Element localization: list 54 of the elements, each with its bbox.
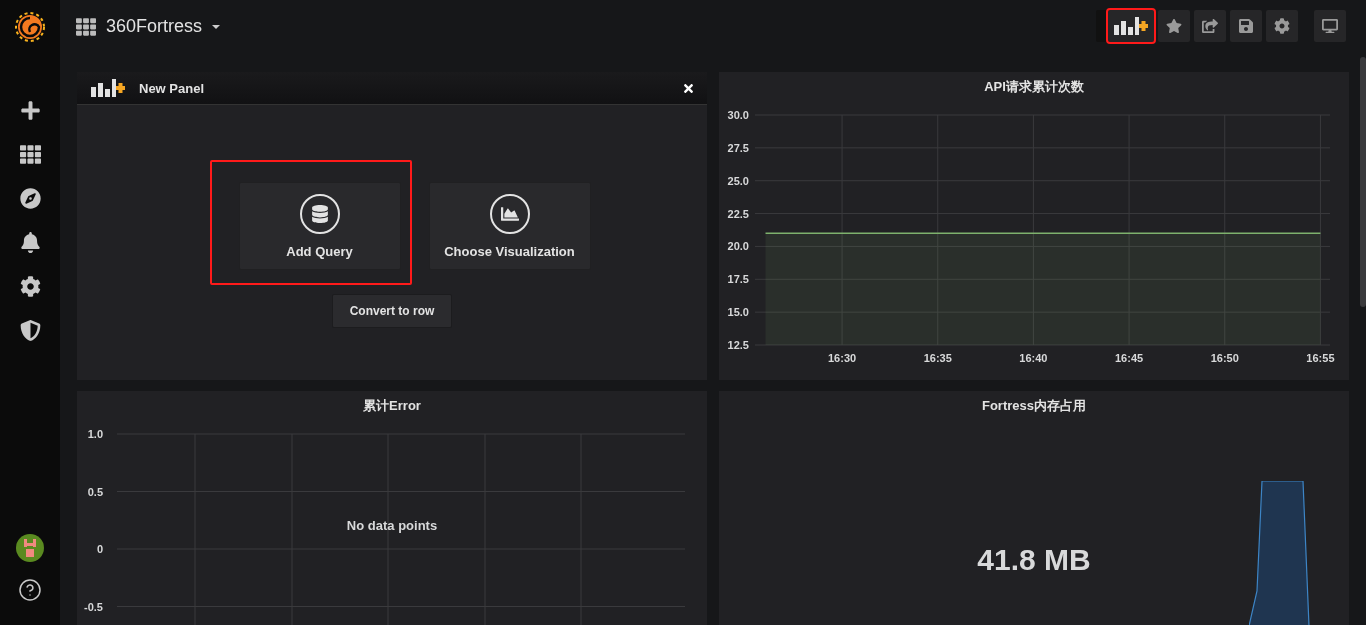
settings-button[interactable] xyxy=(1266,10,1298,42)
panel-title: Fortress内存占用 xyxy=(981,397,1087,415)
scrollbar[interactable] xyxy=(1360,57,1366,307)
axis-label: 16:30 xyxy=(828,352,857,364)
axis-label: 1.0 xyxy=(87,428,103,440)
axis-label: 30.0 xyxy=(727,109,749,121)
panel-title: 累计Error xyxy=(362,397,422,415)
help-icon[interactable] xyxy=(18,578,42,602)
axis-label: 0 xyxy=(96,543,103,555)
panel-title: New Panel xyxy=(139,80,205,96)
star-icon xyxy=(1166,18,1182,34)
dashboard-grid-icon xyxy=(76,16,96,37)
axis-label: 20.0 xyxy=(727,240,749,253)
axis-label: 16:40 xyxy=(1019,352,1048,364)
axis-label: 16:35 xyxy=(923,352,952,364)
action-button[interactable]: Add Query xyxy=(238,182,401,270)
stat-value: 41.8 MB xyxy=(976,543,1092,577)
star-button[interactable] xyxy=(1158,10,1190,42)
settings-icon[interactable] xyxy=(19,276,41,297)
shield-icon[interactable] xyxy=(19,320,41,341)
share-button[interactable] xyxy=(1194,10,1226,42)
monitor-icon xyxy=(1322,18,1338,34)
convert-to-row-button[interactable]: Convert to row xyxy=(331,294,453,328)
axis-label: 12.5 xyxy=(727,339,749,351)
add-panel-icon xyxy=(91,79,125,97)
bell-icon[interactable] xyxy=(19,232,41,253)
logo-icon[interactable] xyxy=(15,12,45,42)
plus-icon[interactable] xyxy=(19,100,41,121)
settings-icon xyxy=(1274,18,1290,34)
compass-icon[interactable] xyxy=(19,188,41,209)
panel-title: API请求累计次数 xyxy=(983,78,1085,96)
save-button[interactable] xyxy=(1230,10,1262,42)
axis-label: 27.5 xyxy=(727,141,749,154)
no-data-message: No data points xyxy=(346,518,438,533)
tv-button[interactable] xyxy=(1314,10,1346,42)
axis-label: 17.5 xyxy=(727,273,749,286)
dashboard-name: 360Fortress xyxy=(106,16,203,37)
dashboard-grid-icon[interactable] xyxy=(19,144,41,165)
axis-label: 22.5 xyxy=(727,207,749,220)
axis-label: 16:50 xyxy=(1210,352,1239,364)
database-icon xyxy=(299,193,340,234)
axis-label: 15.0 xyxy=(727,306,749,319)
axis-label: 16:45 xyxy=(1115,352,1144,364)
axis-label: -0.5 xyxy=(84,600,103,613)
share-icon xyxy=(1202,18,1218,34)
dashboard-title[interactable]: 360Fortress xyxy=(76,16,221,37)
area-chart-icon xyxy=(489,193,530,234)
avatar[interactable] xyxy=(16,534,44,562)
close-icon[interactable] xyxy=(682,81,695,95)
action-button[interactable]: Choose Visualization xyxy=(428,182,591,270)
axis-label: 0.5 xyxy=(87,485,103,498)
add-panel-icon xyxy=(1114,17,1148,35)
axis-label: 16:55 xyxy=(1306,352,1335,364)
axis-label: 25.0 xyxy=(727,174,749,187)
